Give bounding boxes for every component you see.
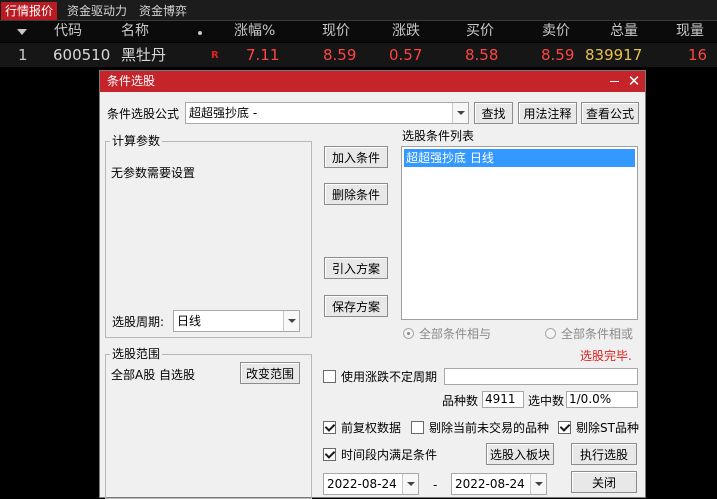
column-header-change[interactable]: 涨跌 (392, 21, 420, 42)
exclude-st-checkbox[interactable] (558, 421, 571, 434)
formula-value: 超超强抄底 - (189, 106, 258, 120)
stock-name: 黑牡丹 (121, 46, 167, 64)
start-date-value: 2022-08-24 (327, 477, 397, 491)
delete-condition-button[interactable]: 删除条件 (324, 183, 388, 205)
selected-value: 1/0.0% (566, 391, 638, 408)
formula-label: 条件选股公式 (107, 107, 180, 121)
save-plan-button[interactable]: 保存方案 (324, 295, 388, 317)
dialog-title: 条件选股 (107, 74, 156, 88)
start-date-picker[interactable]: 2022-08-24 (323, 473, 419, 495)
price-value: 8.59 (323, 46, 357, 64)
volume-value: 839917 (585, 46, 643, 64)
count-label: 品种数 (442, 394, 479, 408)
column-header-change-pct[interactable]: 涨幅% (234, 21, 275, 42)
radio-and[interactable] (403, 328, 414, 339)
sort-arrow-icon[interactable] (17, 29, 27, 35)
chevron-down-icon[interactable] (283, 311, 299, 331)
minimize-icon[interactable] (610, 81, 619, 82)
status-text: 选股完毕. (580, 349, 632, 363)
financing-flag: R (211, 50, 219, 61)
row-index: 1 (18, 46, 28, 64)
time-range-checkbox[interactable] (323, 448, 336, 461)
period-label: 选股周期: (112, 315, 165, 329)
column-header-last-volume[interactable]: 现量 (676, 21, 704, 42)
find-button[interactable]: 查找 (474, 102, 513, 124)
dialog-titlebar[interactable]: 条件选股 ✕ (100, 71, 645, 92)
formula-select[interactable]: 超超强抄底 - (185, 102, 469, 124)
tab-fund-game[interactable]: 资金博弈 (135, 2, 191, 20)
adjust-data-label: 前复权数据 (341, 421, 402, 435)
last-volume-value: 16 (688, 46, 708, 64)
column-header-volume[interactable]: 总量 (610, 21, 638, 42)
tab-fund-drive[interactable]: 资金驱动力 (63, 2, 131, 20)
selected-label: 选中数 (528, 394, 565, 408)
tab-bar: 行情报价 资金驱动力 资金博弈 (0, 0, 717, 21)
range-group-title: 选股范围 (110, 347, 163, 361)
change-value: 0.57 (389, 46, 423, 64)
params-text: 无参数需要设置 (111, 166, 196, 180)
import-plan-button[interactable]: 引入方案 (324, 257, 388, 279)
column-header-bid[interactable]: 买价 (466, 21, 494, 42)
column-header-name[interactable]: 名称 (121, 21, 149, 42)
radio-or[interactable] (545, 328, 556, 339)
date-separator: - (433, 478, 438, 492)
chevron-down-icon[interactable] (452, 103, 468, 123)
condition-list[interactable]: 超超强抄底 日线 (401, 146, 638, 320)
use-period-label: 使用涨跌不定周期 (341, 370, 438, 384)
close-icon[interactable]: ✕ (626, 72, 642, 90)
chevron-down-icon[interactable] (402, 474, 418, 494)
tab-quotes[interactable]: 行情报价 (1, 2, 58, 20)
condition-stock-dialog: 条件选股 ✕ 条件选股公式 超超强抄底 - 查找 用法注释 查看公式 计算参数 … (99, 70, 646, 499)
params-group-title: 计算参数 (110, 134, 163, 148)
end-date-picker[interactable]: 2022-08-24 (451, 473, 547, 495)
change-range-button[interactable]: 改变范围 (240, 362, 300, 384)
use-period-checkbox[interactable] (323, 370, 336, 383)
range-text: 全部A股 自选股 (111, 368, 196, 382)
close-button[interactable]: 关闭 (571, 471, 637, 493)
add-condition-button[interactable]: 加入条件 (324, 146, 388, 168)
exclude-untraded-label: 剔除当前未交易的品种 (429, 421, 550, 435)
exclude-untraded-checkbox[interactable] (411, 421, 424, 434)
column-header-code[interactable]: 代码 (54, 21, 82, 42)
period-input[interactable] (444, 368, 638, 385)
adjust-data-checkbox[interactable] (323, 421, 336, 434)
column-dot-icon (198, 31, 202, 35)
list-item[interactable]: 超超强抄底 日线 (404, 149, 635, 167)
change-pct-value: 7.11 (246, 46, 280, 64)
exclude-st-label: 剔除ST品种 (576, 421, 639, 435)
count-value: 4911 (482, 391, 524, 408)
column-header-ask[interactable]: 卖价 (542, 21, 570, 42)
end-date-value: 2022-08-24 (455, 477, 525, 491)
period-value: 日线 (177, 314, 202, 328)
condition-list-title: 选股条件列表 (402, 129, 475, 143)
add-to-block-button[interactable]: 选股入板块 (486, 443, 554, 465)
column-header-price[interactable]: 现价 (322, 21, 350, 42)
radio-or-label: 全部条件相或 (561, 327, 634, 341)
usage-notes-button[interactable]: 用法注释 (518, 102, 577, 124)
bid-value: 8.58 (465, 46, 499, 64)
execute-selection-button[interactable]: 执行选股 (571, 443, 637, 465)
stock-code: 600510 (53, 46, 111, 64)
ask-value: 8.59 (541, 46, 575, 64)
time-range-label: 时间段内满足条件 (341, 448, 438, 462)
radio-and-label: 全部条件相与 (419, 327, 492, 341)
view-formula-button[interactable]: 查看公式 (581, 102, 639, 124)
period-select[interactable]: 日线 (173, 310, 300, 332)
chevron-down-icon[interactable] (530, 474, 546, 494)
